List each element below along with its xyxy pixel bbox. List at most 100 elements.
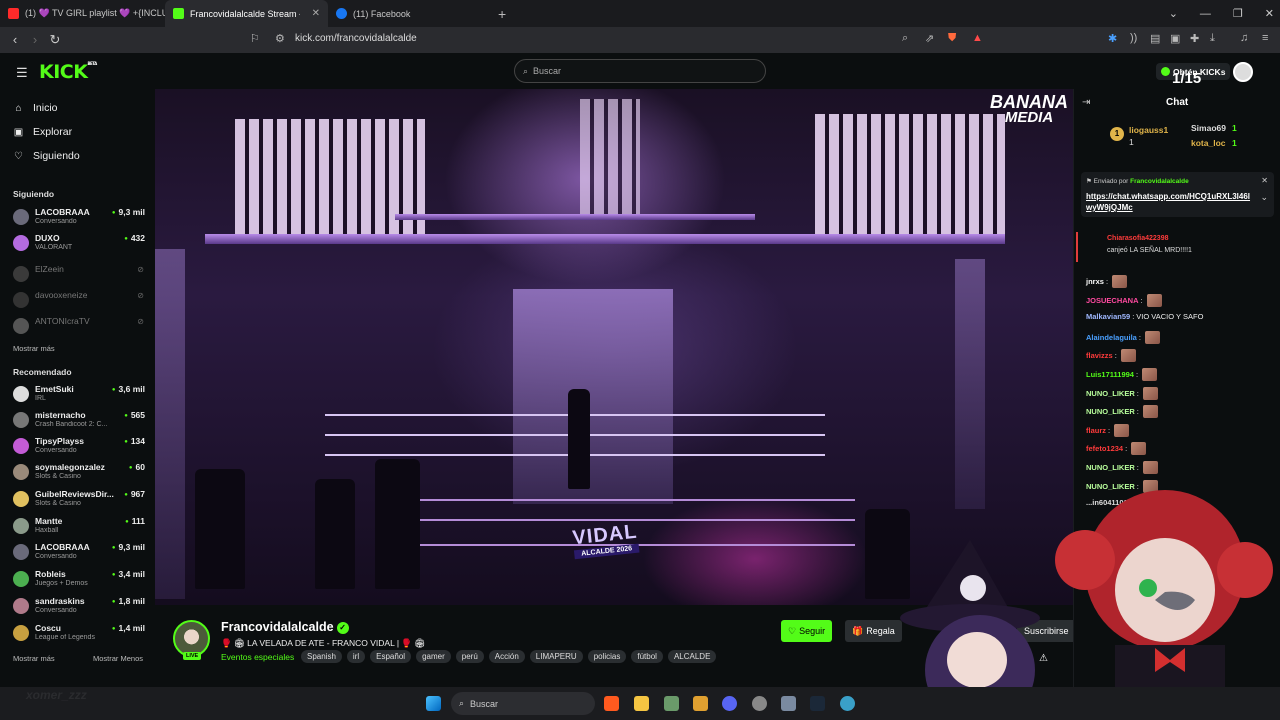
top-gifter-name[interactable]: liogauss1 [1129, 125, 1168, 135]
windows-start-icon[interactable] [426, 696, 441, 711]
sidebar-channel-robleis[interactable]: Robleis Juegos + Demos 3,4 mil [13, 568, 149, 592]
chat-username[interactable]: jnrxs [1086, 277, 1104, 286]
brave-rewards-icon[interactable]: ▲ [972, 32, 983, 44]
app-icon[interactable] [840, 696, 855, 711]
sidebar-channel-soymalegonzalez[interactable]: soymalegonzalez Slots & Casino 60 [13, 461, 149, 485]
tag[interactable]: Acción [488, 650, 525, 663]
chat-username[interactable]: NUNO_LIKER [1086, 463, 1135, 472]
chat-username[interactable]: Alaindelaguila [1086, 333, 1137, 342]
show-more-recommended[interactable]: Mostrar más [13, 654, 55, 663]
close-window-button[interactable]: ✕ [1265, 7, 1274, 20]
chat-username[interactable]: flavizzs [1086, 351, 1113, 360]
sidebar-channel-antonicratv[interactable]: ANTONIcraTV ⊘ [13, 315, 149, 339]
sidebar-channel-misternacho[interactable]: misternacho Crash Bandicoot 2: C... 565 [13, 409, 149, 433]
follow-button[interactable]: ♡ Seguir [781, 620, 833, 642]
pinned-link[interactable]: https://chat.whatsapp.com/HCQ1uRXL3l46lw… [1086, 191, 1256, 213]
site-settings-icon[interactable]: ⚙ [275, 32, 285, 45]
redeem-user[interactable]: Chiarasofia422398 [1107, 235, 1168, 242]
app-icon[interactable] [664, 696, 679, 711]
steam-icon[interactable] [810, 696, 825, 711]
translate-icon[interactable]: )) [1130, 32, 1137, 44]
brave-shield-icon[interactable]: ⛊ [948, 32, 956, 45]
chat-username[interactable]: NUNO_LIKER [1086, 407, 1135, 416]
sidebar-channel-lacobraaa-rec[interactable]: LACOBRAAA Conversando 9,3 mil [13, 541, 149, 565]
taskbar-search[interactable]: ⌕ Buscar [451, 692, 595, 715]
nav-home[interactable]: ⌂ Inicio [13, 102, 57, 114]
sidebar-channel-duxo[interactable]: DUXO VALORANT 432 [13, 232, 149, 256]
brave-icon[interactable] [604, 696, 619, 711]
tag[interactable]: ALCALDE [667, 650, 717, 663]
browser-tab-youtube[interactable]: (1) 💜 TV GIRL playlist 💜 +{INCLUD [0, 0, 165, 27]
share-icon[interactable]: ⇗ [925, 32, 934, 45]
chat-username[interactable]: Luis17111994 [1086, 370, 1134, 379]
chat-username[interactable]: JOSUECHANA [1086, 296, 1139, 305]
sidebar-channel-elzeein[interactable]: ElZeein ⊘ [13, 263, 149, 287]
gift-button[interactable]: 🎁 Regala [845, 620, 902, 642]
user-avatar[interactable] [1233, 62, 1253, 82]
pinned-message[interactable]: ⚑ Enviado por Francovidalalcalde https:/… [1081, 172, 1274, 217]
browser-tab-facebook[interactable]: (11) Facebook [328, 0, 488, 27]
tag[interactable]: policias [587, 650, 627, 663]
hamburger-menu-icon[interactable]: ☰ [16, 65, 28, 81]
nav-following[interactable]: ♡ Siguiendo [13, 150, 80, 162]
url-field[interactable]: kick.com/francovidalalcalde [295, 33, 417, 44]
file-explorer-icon[interactable] [634, 696, 649, 711]
forward-icon[interactable]: › [25, 32, 45, 47]
kick-logo[interactable]: KICKBETA [39, 61, 97, 83]
video-player[interactable]: BANANA MEDIA VIDAL ALCALDE 2026 [155, 89, 1073, 605]
expand-pin-icon[interactable]: ⌄ [1260, 192, 1268, 203]
bookmark-icon[interactable]: ⚐ [250, 32, 260, 45]
discord-icon[interactable] [722, 696, 737, 711]
settings-icon[interactable] [781, 696, 796, 711]
unpin-icon[interactable]: ✕ [1261, 176, 1268, 185]
sidebar-channel-davooxeneize[interactable]: davooxeneize ⊘ [13, 289, 149, 313]
minimize-button[interactable]: — [1200, 8, 1211, 20]
extensions-puzzle-icon[interactable]: ✚ [1190, 32, 1199, 45]
sidebar-channel-guibelreviews[interactable]: GuibelReviewsDir... Slots & Casino 967 [13, 488, 149, 512]
chat-username[interactable]: flaurz [1086, 426, 1106, 435]
back-icon[interactable]: ‹ [5, 32, 25, 47]
chat-username[interactable]: ...in60411019 [1086, 498, 1132, 507]
collapse-chat-icon[interactable]: ⇥ [1082, 97, 1090, 108]
search-input[interactable]: ⌕ Buscar [514, 59, 766, 83]
tag[interactable]: fútbol [631, 650, 663, 663]
reload-icon[interactable]: ↻ [45, 32, 65, 48]
sidebar-channel-sandraskins[interactable]: sandraskins Conversando 1,8 mil [13, 595, 149, 619]
tag[interactable]: Spanish [301, 650, 342, 663]
tag[interactable]: gamer [416, 650, 451, 663]
tab-search-icon[interactable]: ⌄ [1169, 7, 1178, 20]
tag[interactable]: irl [346, 650, 366, 663]
app-icon[interactable] [693, 696, 708, 711]
sidebar-icon[interactable]: ▤ [1150, 32, 1160, 45]
browser-tab-kick[interactable]: Francovidalalcalde Stream - V ✕ [165, 0, 328, 27]
close-tab-icon[interactable]: ✕ [312, 8, 320, 19]
tag[interactable]: Español [370, 650, 412, 663]
stream-category[interactable]: Eventos especiales [221, 652, 294, 662]
extension-icon[interactable]: ✱ [1108, 32, 1117, 45]
nav-explore[interactable]: ▣ Explorar [13, 126, 72, 138]
media-icon[interactable]: ♫ [1240, 32, 1248, 44]
sidebar-channel-tipsyplayss[interactable]: TipsyPlayss Conversando 134 [13, 435, 149, 459]
chat-username[interactable]: NUNO_LIKER [1086, 389, 1135, 398]
chat-username[interactable]: fefeto1234 [1086, 444, 1123, 453]
sidebar-channel-emetsuki[interactable]: EmetSuki IRL 3,6 mil [13, 383, 149, 407]
wallet-icon[interactable]: ▣ [1170, 32, 1180, 45]
tag[interactable]: perú [455, 650, 484, 663]
sidebar-channel-mantte[interactable]: Mantte Haxball 111 [13, 515, 149, 539]
zoom-icon[interactable]: ⌕ [902, 32, 908, 45]
top-gifter-name[interactable]: Simao69 [1191, 123, 1226, 133]
menu-icon[interactable]: ≡ [1262, 32, 1268, 44]
tag[interactable]: LIMAPERU [529, 650, 583, 663]
new-tab-button[interactable]: + [488, 6, 516, 22]
subscribe-button[interactable]: Suscribirse [1017, 620, 1076, 642]
chat-username[interactable]: NUNO_LIKER [1086, 482, 1135, 491]
sidebar-channel-lacobraaa[interactable]: LACOBRAAA Conversando 9,3 mil [13, 206, 149, 230]
channel-name[interactable]: Francovidalalcalde ✓ [221, 620, 349, 634]
show-more-following[interactable]: Mostrar más [13, 344, 55, 353]
top-gifter-name[interactable]: kota_loc [1191, 138, 1226, 148]
show-less-recommended[interactable]: Mostrar Menos [93, 654, 143, 663]
maximize-button[interactable]: ❐ [1233, 7, 1243, 20]
app-icon[interactable] [752, 696, 767, 711]
chat-username[interactable]: Malkavian59 [1086, 312, 1130, 321]
sidebar-channel-coscu[interactable]: Coscu League of Legends 1,4 mil [13, 622, 149, 646]
